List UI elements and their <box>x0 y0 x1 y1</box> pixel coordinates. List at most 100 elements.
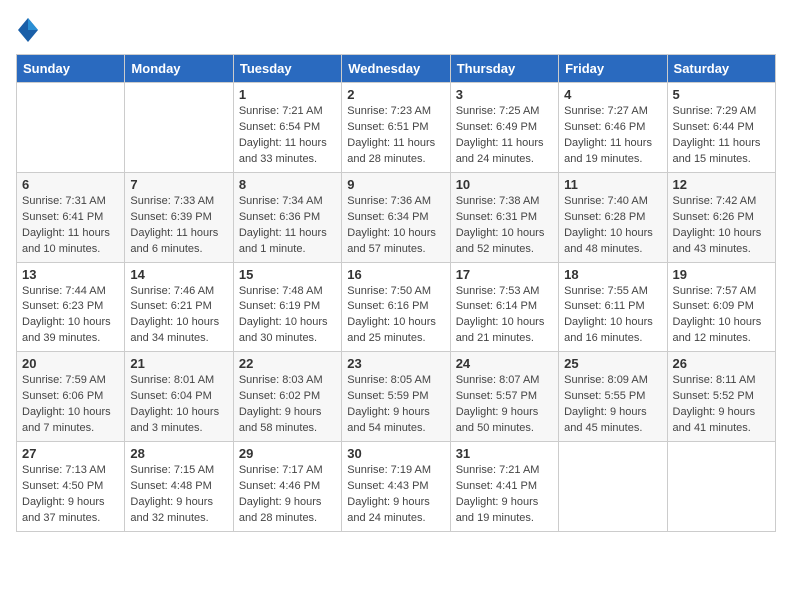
day-info: Sunrise: 7:31 AMSunset: 6:41 PMDaylight:… <box>22 194 119 258</box>
header-sunday: Sunday <box>17 55 125 83</box>
day-info: Sunrise: 8:03 AMSunset: 6:02 PMDaylight:… <box>239 373 336 437</box>
day-number: 22 <box>239 356 336 371</box>
week-row-3: 13Sunrise: 7:44 AMSunset: 6:23 PMDayligh… <box>17 262 776 352</box>
day-info: Sunrise: 7:46 AMSunset: 6:21 PMDaylight:… <box>130 284 227 348</box>
logo <box>16 16 44 44</box>
calendar-cell: 26 Sunrise: 8:11 AMSunset: 5:52 PMDayligh… <box>667 352 775 442</box>
calendar-cell: 4 Sunrise: 7:27 AMSunset: 6:46 PMDaylight… <box>559 83 667 173</box>
day-info: Sunrise: 7:50 AMSunset: 6:16 PMDaylight:… <box>347 284 444 348</box>
day-info: Sunrise: 7:15 AMSunset: 4:48 PMDaylight:… <box>130 463 227 527</box>
day-number: 11 <box>564 177 661 192</box>
calendar-cell: 8 Sunrise: 7:34 AMSunset: 6:36 PMDaylight… <box>233 172 341 262</box>
calendar-cell: 2 Sunrise: 7:23 AMSunset: 6:51 PMDaylight… <box>342 83 450 173</box>
day-info: Sunrise: 7:36 AMSunset: 6:34 PMDaylight:… <box>347 194 444 258</box>
day-info: Sunrise: 7:21 AMSunset: 6:54 PMDaylight:… <box>239 104 336 168</box>
page-header <box>16 16 776 44</box>
calendar-cell: 12 Sunrise: 7:42 AMSunset: 6:26 PMDayligh… <box>667 172 775 262</box>
day-number: 24 <box>456 356 553 371</box>
header-tuesday: Tuesday <box>233 55 341 83</box>
day-number: 20 <box>22 356 119 371</box>
day-info: Sunrise: 7:48 AMSunset: 6:19 PMDaylight:… <box>239 284 336 348</box>
header-friday: Friday <box>559 55 667 83</box>
day-number: 16 <box>347 267 444 282</box>
calendar-cell: 6 Sunrise: 7:31 AMSunset: 6:41 PMDaylight… <box>17 172 125 262</box>
day-info: Sunrise: 8:07 AMSunset: 5:57 PMDaylight:… <box>456 373 553 437</box>
day-number: 30 <box>347 446 444 461</box>
calendar-cell: 17Sunrise: 7:53 AMSunset: 6:14 PMDayligh… <box>450 262 558 352</box>
day-number: 5 <box>673 87 770 102</box>
day-number: 2 <box>347 87 444 102</box>
day-info: Sunrise: 7:17 AMSunset: 4:46 PMDaylight:… <box>239 463 336 527</box>
day-info: Sunrise: 7:57 AMSunset: 6:09 PMDaylight:… <box>673 284 770 348</box>
calendar-cell: 21 Sunrise: 8:01 AMSunset: 6:04 PMDayligh… <box>125 352 233 442</box>
day-info: Sunrise: 8:01 AMSunset: 6:04 PMDaylight:… <box>130 373 227 437</box>
week-row-1: 1Sunrise: 7:21 AMSunset: 6:54 PMDaylight… <box>17 83 776 173</box>
day-number: 8 <box>239 177 336 192</box>
week-row-2: 6 Sunrise: 7:31 AMSunset: 6:41 PMDaylight… <box>17 172 776 262</box>
calendar-cell: 16 Sunrise: 7:50 AMSunset: 6:16 PMDayligh… <box>342 262 450 352</box>
header-saturday: Saturday <box>667 55 775 83</box>
day-number: 4 <box>564 87 661 102</box>
calendar-cell <box>667 442 775 532</box>
week-row-4: 20 Sunrise: 7:59 AMSunset: 6:06 PMDayligh… <box>17 352 776 442</box>
day-number: 28 <box>130 446 227 461</box>
day-number: 29 <box>239 446 336 461</box>
day-number: 31 <box>456 446 553 461</box>
calendar-cell: 24 Sunrise: 8:07 AMSunset: 5:57 PMDayligh… <box>450 352 558 442</box>
calendar-cell: 29 Sunrise: 7:17 AMSunset: 4:46 PMDayligh… <box>233 442 341 532</box>
calendar-cell: 27Sunrise: 7:13 AMSunset: 4:50 PMDayligh… <box>17 442 125 532</box>
day-number: 14 <box>130 267 227 282</box>
calendar-cell: 13Sunrise: 7:44 AMSunset: 6:23 PMDayligh… <box>17 262 125 352</box>
day-info: Sunrise: 8:05 AMSunset: 5:59 PMDaylight:… <box>347 373 444 437</box>
calendar-cell: 5 Sunrise: 7:29 AMSunset: 6:44 PMDaylight… <box>667 83 775 173</box>
week-row-5: 27Sunrise: 7:13 AMSunset: 4:50 PMDayligh… <box>17 442 776 532</box>
day-info: Sunrise: 7:23 AMSunset: 6:51 PMDaylight:… <box>347 104 444 168</box>
calendar-cell: 9 Sunrise: 7:36 AMSunset: 6:34 PMDaylight… <box>342 172 450 262</box>
day-number: 17 <box>456 267 553 282</box>
day-info: Sunrise: 7:33 AMSunset: 6:39 PMDaylight:… <box>130 194 227 258</box>
day-number: 7 <box>130 177 227 192</box>
calendar-cell <box>559 442 667 532</box>
day-info: Sunrise: 7:44 AMSunset: 6:23 PMDaylight:… <box>22 284 119 348</box>
calendar-cell: 14 Sunrise: 7:46 AMSunset: 6:21 PMDayligh… <box>125 262 233 352</box>
day-info: Sunrise: 7:25 AMSunset: 6:49 PMDaylight:… <box>456 104 553 168</box>
calendar-cell: 25Sunrise: 8:09 AMSunset: 5:55 PMDayligh… <box>559 352 667 442</box>
logo-icon <box>16 16 40 44</box>
calendar-cell: 11 Sunrise: 7:40 AMSunset: 6:28 PMDayligh… <box>559 172 667 262</box>
day-number: 21 <box>130 356 227 371</box>
day-number: 23 <box>347 356 444 371</box>
day-number: 12 <box>673 177 770 192</box>
day-info: Sunrise: 7:29 AMSunset: 6:44 PMDaylight:… <box>673 104 770 168</box>
day-number: 26 <box>673 356 770 371</box>
day-info: Sunrise: 7:19 AMSunset: 4:43 PMDaylight:… <box>347 463 444 527</box>
calendar-cell: 23 Sunrise: 8:05 AMSunset: 5:59 PMDayligh… <box>342 352 450 442</box>
day-info: Sunrise: 8:11 AMSunset: 5:52 PMDaylight:… <box>673 373 770 437</box>
calendar-table: SundayMondayTuesdayWednesdayThursdayFrid… <box>16 54 776 532</box>
calendar-cell: 22 Sunrise: 8:03 AMSunset: 6:02 PMDayligh… <box>233 352 341 442</box>
day-info: Sunrise: 7:13 AMSunset: 4:50 PMDaylight:… <box>22 463 119 527</box>
day-info: Sunrise: 7:59 AMSunset: 6:06 PMDaylight:… <box>22 373 119 437</box>
calendar-cell: 7 Sunrise: 7:33 AMSunset: 6:39 PMDaylight… <box>125 172 233 262</box>
day-number: 15 <box>239 267 336 282</box>
day-info: Sunrise: 8:09 AMSunset: 5:55 PMDaylight:… <box>564 373 661 437</box>
day-number: 18 <box>564 267 661 282</box>
day-info: Sunrise: 7:42 AMSunset: 6:26 PMDaylight:… <box>673 194 770 258</box>
header-wednesday: Wednesday <box>342 55 450 83</box>
header-thursday: Thursday <box>450 55 558 83</box>
day-info: Sunrise: 7:55 AMSunset: 6:11 PMDaylight:… <box>564 284 661 348</box>
calendar-cell: 20 Sunrise: 7:59 AMSunset: 6:06 PMDayligh… <box>17 352 125 442</box>
calendar-cell: 18 Sunrise: 7:55 AMSunset: 6:11 PMDayligh… <box>559 262 667 352</box>
day-info: Sunrise: 7:27 AMSunset: 6:46 PMDaylight:… <box>564 104 661 168</box>
calendar-header-row: SundayMondayTuesdayWednesdayThursdayFrid… <box>17 55 776 83</box>
calendar-cell: 3Sunrise: 7:25 AMSunset: 6:49 PMDaylight… <box>450 83 558 173</box>
day-number: 9 <box>347 177 444 192</box>
day-info: Sunrise: 7:40 AMSunset: 6:28 PMDaylight:… <box>564 194 661 258</box>
day-number: 19 <box>673 267 770 282</box>
calendar-cell: 31 Sunrise: 7:21 AMSunset: 4:41 PMDayligh… <box>450 442 558 532</box>
day-info: Sunrise: 7:21 AMSunset: 4:41 PMDaylight:… <box>456 463 553 527</box>
calendar-cell: 10Sunrise: 7:38 AMSunset: 6:31 PMDayligh… <box>450 172 558 262</box>
header-monday: Monday <box>125 55 233 83</box>
day-number: 6 <box>22 177 119 192</box>
day-info: Sunrise: 7:34 AMSunset: 6:36 PMDaylight:… <box>239 194 336 258</box>
calendar-cell: 28 Sunrise: 7:15 AMSunset: 4:48 PMDayligh… <box>125 442 233 532</box>
